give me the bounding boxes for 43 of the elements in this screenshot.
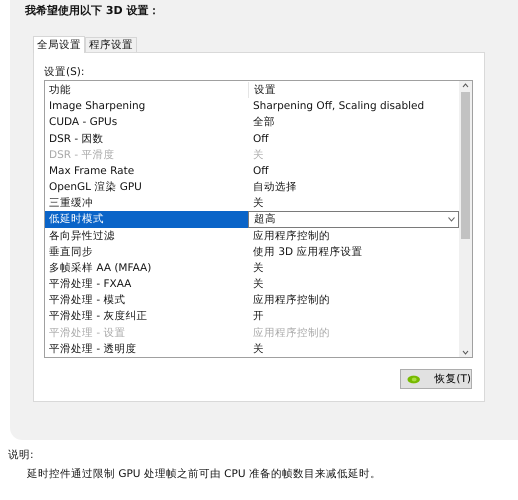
heading: 我希望使用以下 3D 设置： [25, 3, 160, 17]
tab[interactable]: 程序设置 [85, 37, 137, 52]
table-cell[interactable]: CUDA - GPUs [45, 114, 248, 131]
restore-button[interactable]: 恢复(T) [400, 369, 472, 389]
selected-row-cell[interactable]: 低延时模式 [45, 211, 248, 228]
table-cell-text: 自动选择 [252, 180, 298, 196]
chevron-down-icon [448, 216, 455, 222]
table-cell-text: 开 [252, 309, 265, 324]
table-cell[interactable]: Max Frame Rate [45, 162, 248, 180]
table-cell-text: Sharpening Off, Scaling disabled [252, 99, 426, 114]
table-cell-text: 关 [252, 277, 265, 292]
table-cell-text: 全部 [252, 115, 276, 130]
logo-icon [407, 374, 420, 384]
table-cell[interactable]: 平滑处理 - 灰度纠正 [45, 308, 248, 325]
table-cell[interactable]: 平滑处理 - 模式 [45, 292, 248, 308]
description-title: 说明: [8, 448, 35, 462]
table-cell[interactable]: 各向异性过滤 [45, 228, 248, 244]
scroll-down-icon[interactable] [461, 348, 470, 357]
table-cell-text: 关 [252, 342, 265, 357]
table-cell-text: 应用程序控制的 [252, 326, 331, 341]
table-cell-text: 关 [252, 196, 265, 212]
table-cell-text: 应用程序控制的 [252, 293, 331, 308]
table-cell[interactable]: 垂直同步 [45, 244, 248, 260]
table-cell[interactable]: 多帧采样 AA (MFAA) [45, 260, 248, 276]
table-cell[interactable]: 平滑处理 - FXAA [45, 276, 248, 292]
table-cell[interactable]: 三重缓冲 [45, 195, 248, 212]
table-cell-text: 使用 3D 应用程序设置 [252, 244, 364, 260]
table-cell-text: Off [252, 164, 270, 179]
column-header: 功能 [48, 83, 72, 98]
table-cell[interactable]: OpenGL 渲染 GPU [45, 179, 248, 196]
setting-dropdown[interactable]: 超高 [248, 211, 459, 228]
table-cell-text: 关 [252, 260, 265, 276]
description-text: 延时控件通过限制 GPU 处理帧之前可由 CPU 准备的帧数目来减低延时。 [27, 467, 382, 481]
table-cell-text: 应用程序控制的 [252, 228, 331, 244]
scroll-up-icon[interactable] [461, 81, 470, 90]
tab[interactable]: 全局设置 [33, 36, 85, 53]
table-cell-text: 关 [252, 148, 265, 163]
table-cell[interactable]: DSR - 因数 [45, 130, 248, 147]
settings-label: 设置(S): [44, 65, 86, 77]
table-cell[interactable]: Image Sharpening [45, 98, 248, 114]
table-cell-text: Off [252, 132, 270, 147]
table-cell[interactable]: 平滑处理 - 透明度 [45, 340, 248, 357]
scrollbar[interactable] [459, 81, 472, 357]
